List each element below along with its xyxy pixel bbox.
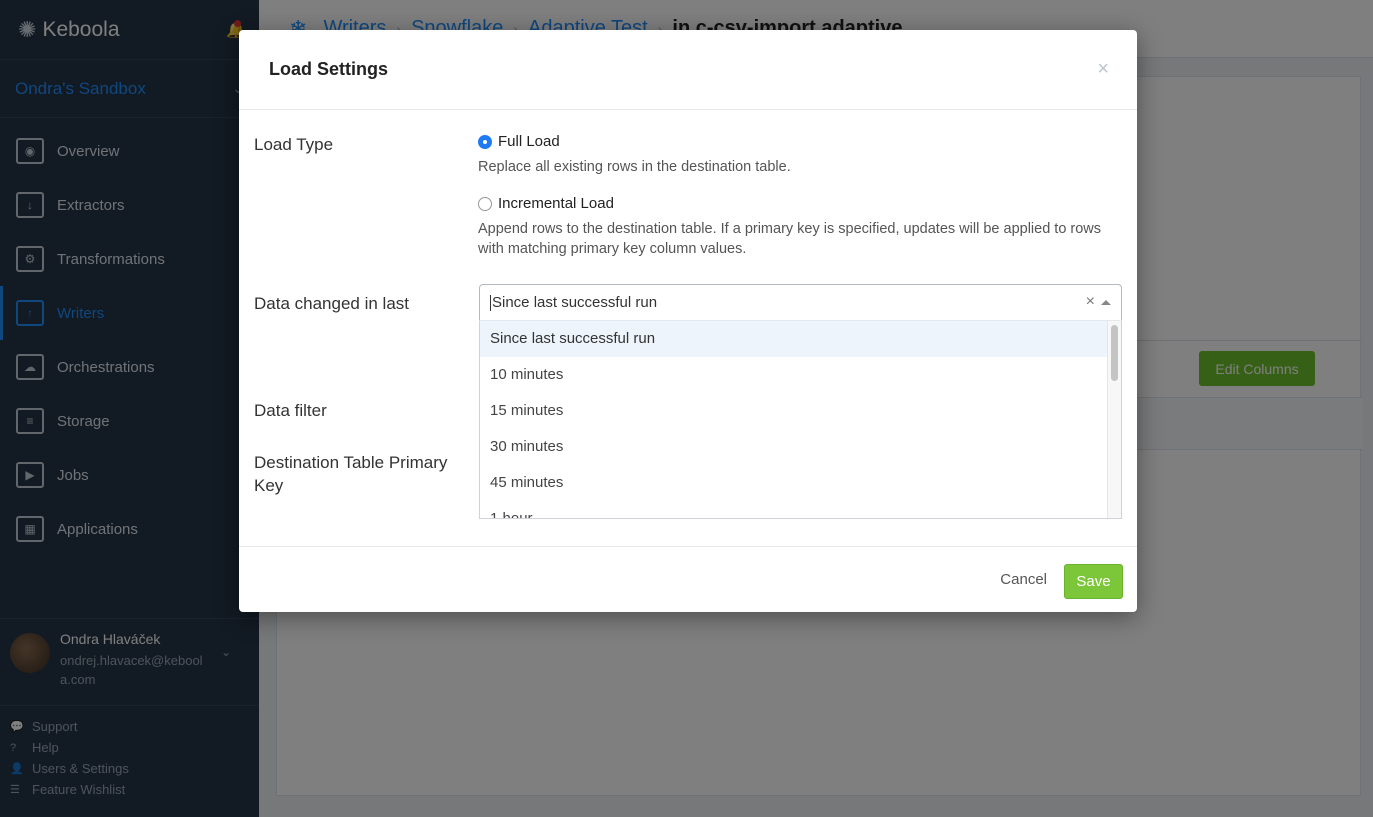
radio-checked[interactable]: [478, 134, 492, 149]
dropdown-option[interactable]: 45 minutes: [480, 465, 1121, 501]
primary-key-label: Destination Table Primary Key: [254, 453, 448, 495]
changed-since-menu: Since last successful run 10 minutes 15 …: [479, 320, 1122, 519]
dropdown-option[interactable]: Since last successful run: [480, 321, 1121, 357]
incremental-load-help: Append rows to the destination table. If…: [478, 221, 1102, 257]
chevron-up-icon[interactable]: [1101, 300, 1111, 305]
incremental-load-label: Incremental Load: [498, 195, 614, 212]
dropdown-option[interactable]: 1 hour: [480, 501, 1121, 518]
incremental-load-radio[interactable]: Incremental Load: [478, 195, 614, 212]
full-load-radio[interactable]: Full Load: [478, 133, 560, 150]
changed-since-label: Data changed in last: [254, 294, 409, 313]
radio-unchecked[interactable]: [478, 196, 492, 211]
full-load-help: Replace all existing rows in the destina…: [478, 159, 791, 175]
dropdown-option[interactable]: 10 minutes: [480, 357, 1121, 393]
scrollbar[interactable]: [1107, 321, 1121, 518]
text-cursor: [490, 294, 491, 311]
cancel-button[interactable]: Cancel: [1000, 571, 1047, 588]
data-filter-label: Data filter: [254, 401, 327, 420]
selected-value: Since last successful run: [492, 294, 658, 311]
modal-body: Load Type Full Load Replace all existing…: [239, 110, 1137, 546]
close-icon[interactable]: ×: [1097, 58, 1109, 81]
modal-footer: Cancel Save: [239, 546, 1137, 612]
full-load-label: Full Load: [498, 133, 560, 150]
clear-icon[interactable]: ×: [1086, 293, 1095, 311]
dropdown-option[interactable]: 15 minutes: [480, 393, 1121, 429]
save-button[interactable]: Save: [1064, 564, 1123, 599]
load-settings-modal: Load Settings × Load Type Full Load Repl…: [239, 30, 1137, 612]
modal-header: Load Settings ×: [239, 30, 1137, 110]
changed-since-select[interactable]: Since last successful run ×: [479, 284, 1122, 321]
modal-title: Load Settings: [269, 59, 389, 79]
scrollbar-thumb[interactable]: [1111, 325, 1118, 381]
dropdown-option[interactable]: 30 minutes: [480, 429, 1121, 465]
load-type-label: Load Type: [254, 135, 334, 154]
